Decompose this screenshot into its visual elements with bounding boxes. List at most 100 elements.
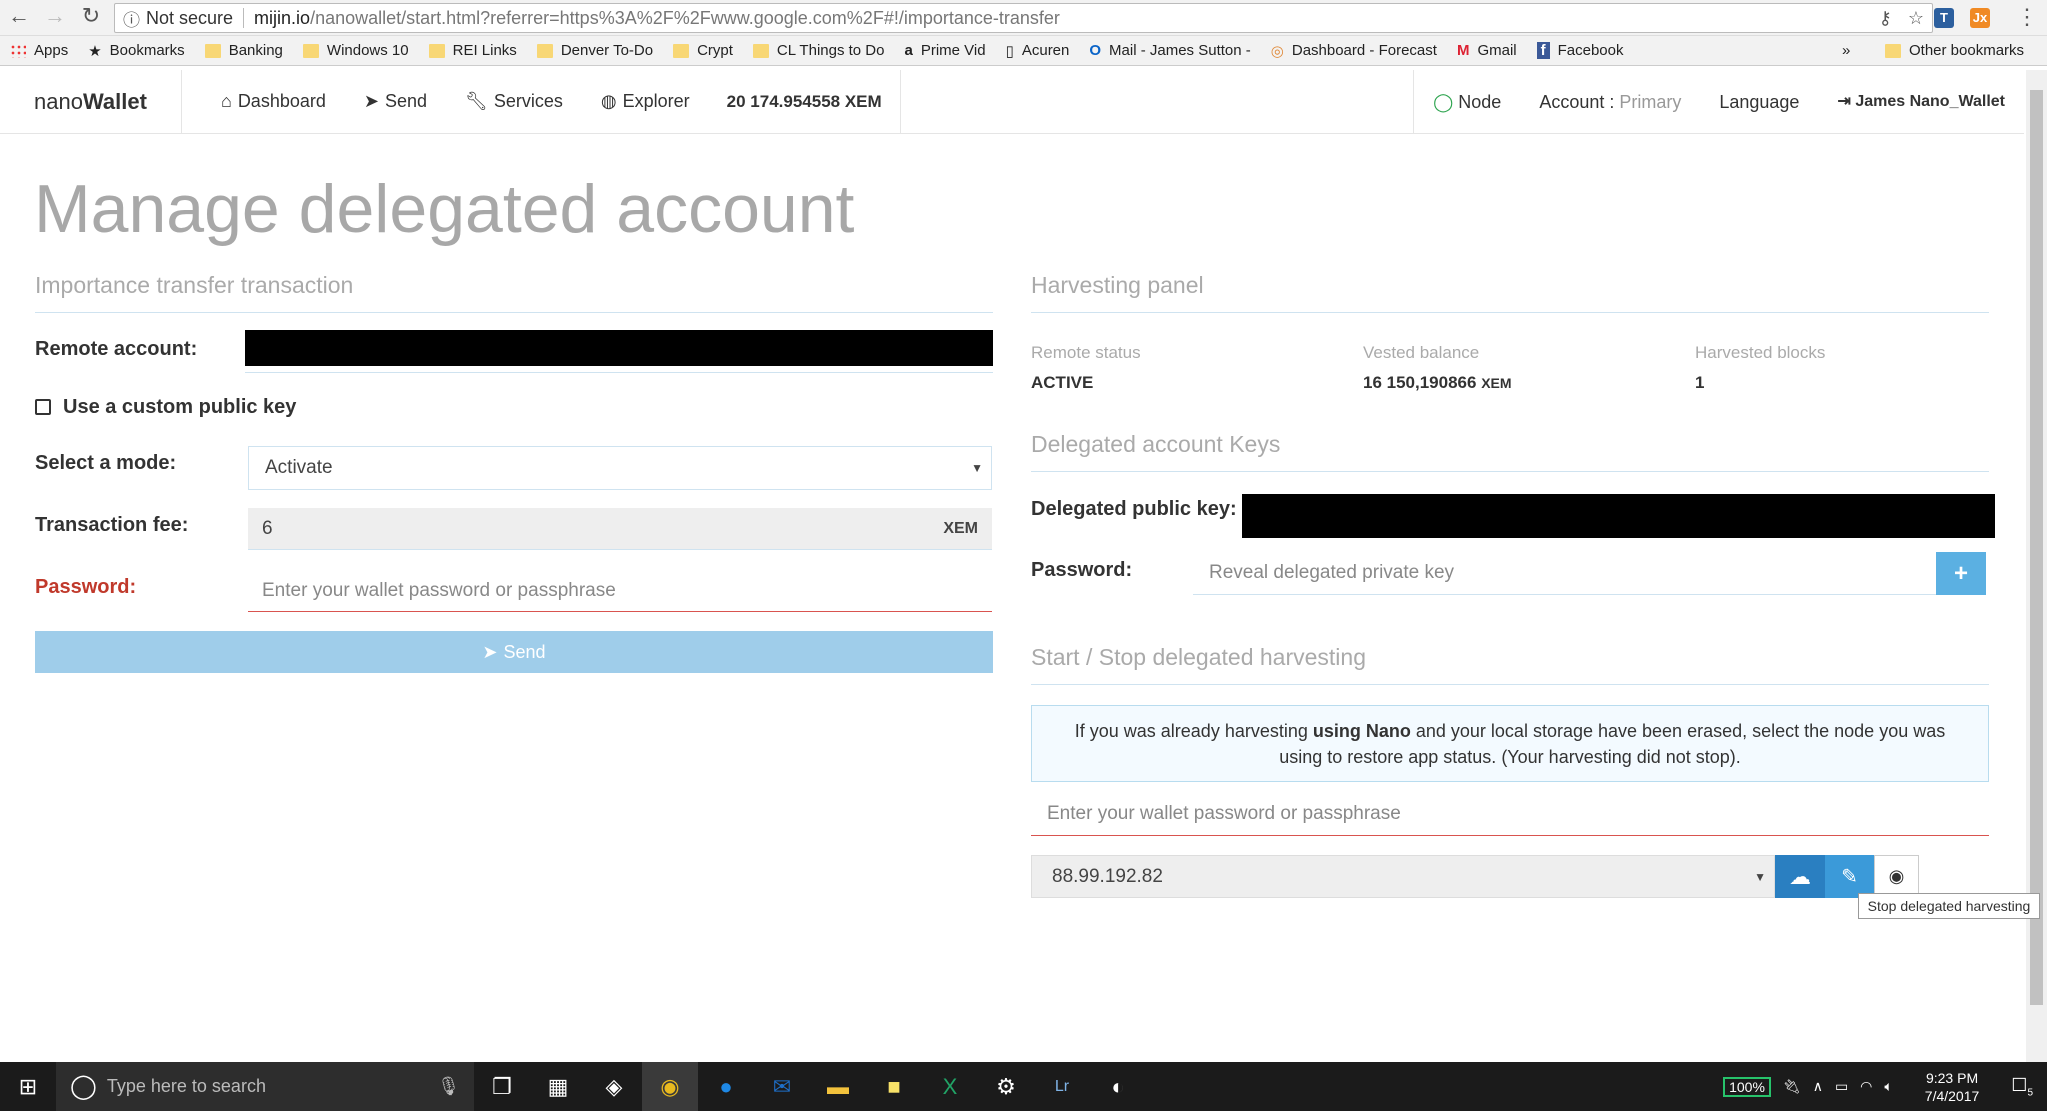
task-view-icon[interactable]: ❐: [474, 1062, 530, 1111]
custom-key-checkbox[interactable]: [35, 399, 51, 415]
send-button[interactable]: ➤ Send: [35, 631, 993, 673]
reveal-password-label: Password:: [1031, 559, 1133, 581]
folder-icon: [302, 43, 319, 58]
divider: [245, 372, 993, 373]
nav-label: Language: [1719, 92, 1800, 112]
vested-balance-label: Vested balance: [1363, 343, 1480, 362]
wifi-icon[interactable]: ◠: [1860, 1078, 1872, 1095]
reload-icon[interactable]: ↻: [76, 3, 106, 29]
url-host: mijin.io: [254, 7, 311, 28]
excel-icon[interactable]: X: [922, 1062, 978, 1111]
windows-start-icon[interactable]: ⊞: [0, 1062, 56, 1111]
reveal-key-button[interactable]: +: [1936, 552, 1986, 595]
folder-icon: [1885, 43, 1901, 58]
app-icon[interactable]: ◈: [586, 1062, 642, 1111]
scrollbar-thumb[interactable]: [2030, 90, 2043, 1005]
bookmark-prime[interactable]: a Prime Vid: [904, 42, 985, 59]
cloud-button[interactable]: ☁: [1775, 855, 1825, 898]
outlook-icon[interactable]: ✉: [754, 1062, 810, 1111]
edit-button[interactable]: ✎: [1825, 855, 1874, 898]
folder-icon: [428, 43, 445, 58]
bookmark-dashboard[interactable]: ◎ Dashboard - Forecast: [1271, 42, 1437, 60]
bookmark-label: CL Things to Do: [776, 42, 885, 59]
messenger-icon[interactable]: ●: [698, 1062, 754, 1111]
taskbar-search[interactable]: ◯ Type here to search 🎙︎: [56, 1062, 474, 1111]
clock[interactable]: 9:23 PM 7/4/2017: [1925, 1069, 1980, 1105]
paper-plane-icon: ➤: [363, 91, 379, 111]
section-title-harvesting: Harvesting panel: [1031, 272, 1204, 298]
bookmark-banking[interactable]: Banking: [204, 42, 283, 59]
chrome-icon[interactable]: ◉: [642, 1062, 698, 1111]
calculator-icon[interactable]: ▦: [530, 1062, 586, 1111]
info-icon[interactable]: ⓘ: [123, 6, 140, 31]
star-icon: ★: [88, 42, 102, 60]
account-label: Account :: [1539, 92, 1620, 112]
bookmark-rei[interactable]: REI Links: [428, 42, 517, 59]
stop-harvesting-button[interactable]: ◉: [1874, 855, 1919, 898]
address-bar[interactable]: ⓘ Not secure mijin.io/nanowallet/start.h…: [114, 3, 1933, 33]
bookmark-cl[interactable]: CL Things to Do: [752, 42, 885, 59]
home-icon: ⌂: [220, 91, 232, 111]
battery-icon[interactable]: ▭: [1835, 1078, 1848, 1095]
divider: [1031, 471, 1989, 472]
wallet-balance: 20 174.954558 XEM: [709, 69, 901, 134]
reveal-key-input[interactable]: Reveal delegated private key: [1193, 552, 1936, 595]
nav-user[interactable]: ⇥ James Nano_Wallet: [1818, 70, 2024, 134]
amazon-icon: a: [904, 42, 913, 59]
harvest-password-input[interactable]: Enter your wallet password or passphrase: [1031, 793, 1989, 836]
search-placeholder: Type here to search: [106, 1076, 266, 1096]
star-icon[interactable]: ☆: [1908, 8, 1924, 29]
folder-icon: [536, 43, 553, 58]
nav-label: Node: [1458, 92, 1502, 112]
fee-input[interactable]: 6 XEM: [248, 508, 992, 550]
harvest-password-placeholder: Enter your wallet password or passphrase: [1047, 803, 1401, 824]
extension-jx-icon[interactable]: Jx: [1970, 8, 1990, 28]
volume-icon[interactable]: 🔈︎: [1884, 1078, 1892, 1095]
microphone-icon[interactable]: 🎙︎: [437, 1076, 460, 1097]
back-icon[interactable]: ←: [4, 3, 34, 29]
nav-account[interactable]: Account : Primary: [1520, 70, 1700, 134]
paint-icon[interactable]: ◐: [1090, 1062, 1146, 1111]
bookmark-mail[interactable]: O Mail - James Sutton -: [1089, 42, 1250, 59]
clock-time: 9:23 PM: [1925, 1069, 1979, 1086]
battery-indicator[interactable]: 100%: [1723, 1076, 1771, 1097]
nav-services[interactable]: 🔧︎ Services: [446, 91, 582, 112]
bookmark-bookmarks[interactable]: ★ Bookmarks: [88, 42, 184, 60]
forward-icon[interactable]: →: [40, 3, 70, 29]
bookmark-denver[interactable]: Denver To-Do: [536, 42, 653, 59]
wrench-icon: 🔧︎: [465, 91, 488, 111]
settings-icon[interactable]: ⚙: [978, 1062, 1034, 1111]
sticky-notes-icon[interactable]: ■: [866, 1062, 922, 1111]
bookmark-other[interactable]: Other bookmarks: [1885, 42, 2024, 59]
nav-language[interactable]: Language: [1700, 70, 1818, 134]
more-bookmarks-icon[interactable]: »: [1842, 42, 1850, 59]
bookmark-apps[interactable]: Apps: [10, 42, 68, 59]
node-select[interactable]: 88.99.192.82 ▼: [1031, 855, 1775, 898]
file-explorer-icon[interactable]: ▬: [810, 1062, 866, 1111]
bookmark-windows10[interactable]: Windows 10: [302, 42, 409, 59]
nav-dashboard[interactable]: ⌂ Dashboard: [202, 91, 345, 112]
mode-select[interactable]: Activate ▼: [248, 446, 992, 490]
mode-label: Select a mode:: [35, 452, 177, 474]
chevron-down-icon: ▼: [971, 461, 983, 475]
harvested-blocks-label: Harvested blocks: [1695, 343, 1826, 362]
brand-logo[interactable]: nanoWallet: [0, 69, 182, 134]
bookmark-acuren[interactable]: ▯ Acuren: [1006, 42, 1070, 60]
folder-icon: [204, 43, 221, 58]
chevron-up-icon[interactable]: ∧: [1813, 1078, 1823, 1095]
bookmark-facebook[interactable]: f Facebook: [1536, 42, 1623, 59]
nav-label: Dashboard: [237, 91, 326, 111]
menu-icon[interactable]: ⋮: [2016, 4, 2038, 30]
bookmark-gmail[interactable]: M Gmail: [1457, 42, 1517, 59]
password-input[interactable]: Enter your wallet password or passphrase: [248, 570, 992, 612]
extension-t-icon[interactable]: T: [1934, 8, 1954, 28]
action-center-icon[interactable]: ☐5: [2011, 1075, 2033, 1099]
info-bold: using Nano: [1312, 721, 1411, 741]
key-icon[interactable]: ⚷: [1879, 8, 1892, 29]
nav-explorer[interactable]: ◍ Explorer: [582, 91, 709, 112]
nav-label: Send: [384, 91, 428, 111]
nav-send[interactable]: ➤ Send: [345, 91, 446, 112]
bookmark-crypt[interactable]: Crypt: [673, 42, 733, 59]
nav-node[interactable]: ◯ Node: [1413, 70, 1520, 134]
lightroom-icon[interactable]: Lr: [1034, 1062, 1090, 1111]
